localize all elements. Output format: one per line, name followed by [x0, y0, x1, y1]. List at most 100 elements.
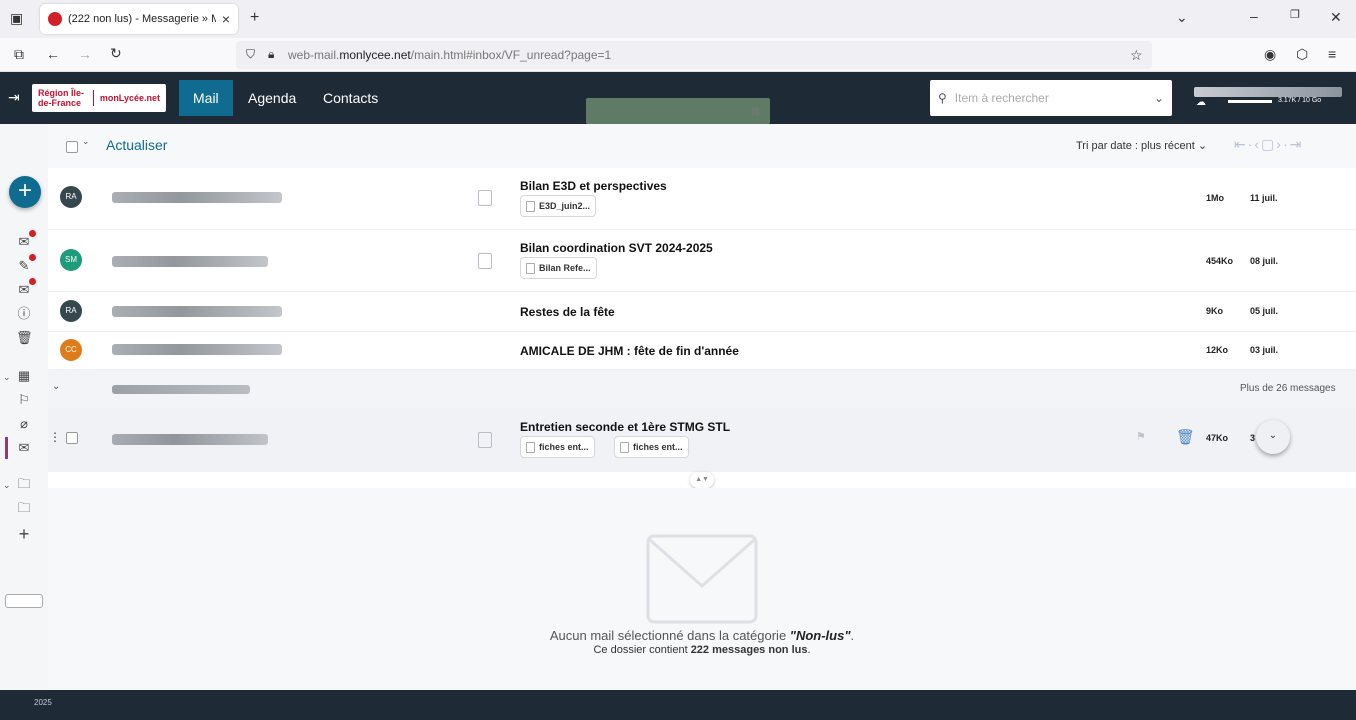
reload-icon[interactable]: ↻ [110, 46, 122, 60]
attachment-name: fiches ent... [633, 442, 683, 452]
sort-dropdown[interactable]: Tri par date : plus récent ⌄ [1076, 139, 1207, 152]
message-date: 3 [1250, 433, 1256, 443]
message-subject: Entretien seconde et 1ère STMG STL [520, 420, 731, 434]
url-prefix: web-mail. [288, 48, 340, 62]
logo[interactable]: Région Île-de-France monLycée.net [32, 84, 166, 112]
sidebar-toggle-icon[interactable]: ⧉ [14, 47, 24, 61]
trash-icon[interactable]: 🗑︎ [16, 330, 33, 346]
mail-icon[interactable]: ✉ [16, 278, 36, 298]
list-tabs-icon[interactable]: ⌄ [1176, 10, 1188, 24]
shield-icon[interactable]: ⛉ [246, 48, 255, 60]
spam-icon[interactable]: ⓘ [16, 306, 32, 322]
chevron-down-icon[interactable]: ⌄ [3, 372, 11, 383]
refresh-button[interactable]: Actualiser [106, 137, 167, 153]
nav-mail[interactable]: Mail [179, 80, 233, 116]
footer-year: 2025 [34, 698, 52, 707]
folder-icon[interactable]: 🗀 [16, 476, 32, 492]
notification-toast[interactable]: ⊠ [586, 98, 770, 124]
trash-icon[interactable]: 🗑︎ [1176, 428, 1195, 446]
favicon-icon [48, 12, 62, 26]
message-subject: AMICALE DE JHM : fête de fin d'année [520, 344, 739, 358]
close-icon[interactable]: ⊠ [751, 105, 760, 118]
add-folder-icon[interactable]: + [16, 525, 32, 543]
menu-icon[interactable]: ≡ [1328, 47, 1336, 61]
url-bar[interactable]: ⛉ 🔒︎ web-mail. monlycee.net/main.html#inb… [236, 41, 1152, 69]
drag-handle-icon[interactable]: ⋮ [49, 430, 61, 444]
message-row[interactable]: CC AMICALE DE JHM : fête de fin d'année … [48, 332, 1356, 370]
unread-count: 222 messages non lus [690, 644, 808, 656]
tab-overview-icon[interactable]: ▣ [10, 11, 23, 25]
resize-handle[interactable]: ▲▼ [690, 472, 714, 488]
message-date: 03 juil. [1250, 345, 1279, 355]
message-checkbox[interactable] [66, 432, 78, 444]
forward-icon[interactable]: → [78, 47, 92, 61]
chevron-down-icon[interactable]: ⌄ [52, 381, 60, 392]
chevron-down-icon[interactable]: ⌄ [3, 480, 11, 491]
attachment-chip[interactable]: E3D_juin2... [520, 195, 597, 217]
message-subject: Restes de la fête [520, 305, 615, 319]
attachment-chip[interactable]: fiches ent... [614, 436, 689, 458]
extensions-icon[interactable]: ⬡ [1296, 47, 1308, 61]
sender-blurred [112, 306, 282, 317]
drafts-icon[interactable]: ✎ [16, 254, 36, 274]
rail-toggle[interactable] [5, 594, 43, 608]
file-icon [620, 441, 629, 453]
document-icon [478, 253, 492, 269]
message-group-header[interactable]: ⌄ Plus de 26 messages [48, 370, 1356, 408]
count-suffix: . [807, 644, 811, 656]
search-box[interactable]: ⚲ Item à rechercher ⌄ [930, 80, 1172, 116]
tab-title: (222 non lus) - Messagerie » M... [68, 13, 216, 25]
row-menu-button[interactable]: ⌄ [1256, 420, 1290, 454]
sort-label: Tri par date : plus récent [1076, 140, 1195, 152]
chevron-down-icon[interactable]: ⌄ [1154, 91, 1164, 105]
file-icon [526, 262, 535, 274]
folder-icon[interactable]: 🗀 [16, 500, 32, 516]
minimize-icon[interactable]: – [1250, 9, 1258, 23]
logo-divider [93, 90, 94, 106]
collapse-menu-icon[interactable]: ⇥ [8, 90, 20, 104]
more-messages-label[interactable]: Plus de 26 messages [1240, 383, 1336, 394]
avatar: RA [60, 300, 82, 322]
active-indicator [5, 437, 8, 459]
select-all-checkbox[interactable] [66, 141, 78, 153]
browser-tab[interactable]: (222 non lus) - Messagerie » M... × [40, 4, 238, 34]
chevron-down-icon[interactable]: ⌄ [82, 136, 90, 147]
attachment-chip[interactable]: fiches ent... [520, 436, 595, 458]
message-row[interactable]: RA Bilan E3D et perspectives E3D_juin2..… [48, 168, 1356, 230]
nav-agenda[interactable]: Agenda [234, 80, 310, 116]
lock-icon[interactable]: 🔒︎ [268, 48, 274, 60]
account-name-blurred [1194, 87, 1342, 97]
categories-icon[interactable]: ▦ [16, 368, 32, 384]
message-size: 47Ko [1206, 433, 1229, 443]
attachment-chip[interactable]: Bilan Refe... [520, 257, 597, 279]
bookmark-star-icon[interactable]: ☆ [1130, 48, 1143, 62]
logo-lycee: monLycée.net [99, 93, 160, 103]
footer-bar: 2025 [0, 690, 1356, 720]
unread-icon[interactable]: ✉ [16, 440, 32, 456]
message-size: 9Ko [1206, 306, 1224, 316]
attachment-icon[interactable]: ⌀ [16, 416, 32, 432]
nav-contacts[interactable]: Contacts [309, 80, 392, 116]
attachment-name: fiches ent... [539, 442, 589, 452]
close-window-icon[interactable]: ✕ [1330, 10, 1342, 24]
count-prefix: Ce dossier contient [593, 644, 691, 656]
message-row[interactable]: SM Bilan coordination SVT 2024-2025 Bila… [48, 230, 1356, 292]
pagination-icons[interactable]: ⇤·‹▢›·⇥ [1234, 136, 1303, 153]
browser-tab-bar: ▣ (222 non lus) - Messagerie » M... × + … [0, 0, 1356, 38]
maximize-icon[interactable]: ❐ [1290, 10, 1300, 21]
sender-blurred [112, 256, 268, 267]
back-icon[interactable]: ← [46, 47, 60, 61]
flag-icon[interactable]: ⚑ [1136, 430, 1146, 443]
message-row-hovered[interactable]: ⋮ Entretien seconde et 1ère STMG STL fic… [48, 408, 1356, 472]
cloud-icon: ☁ [1196, 97, 1206, 108]
message-row[interactable]: RA Restes de la fête 9Ko 05 juil. [48, 292, 1356, 332]
compose-button[interactable]: + [9, 176, 41, 208]
inbox-icon[interactable]: ✉ [16, 230, 36, 250]
flag-icon[interactable]: ⚐ [16, 392, 32, 408]
new-tab-icon[interactable]: + [250, 10, 259, 26]
account-icon[interactable]: ◉ [1264, 47, 1276, 61]
message-size: 454Ko [1206, 256, 1234, 266]
no-selection-message: Aucun mail sélectionné dans la catégorie… [48, 628, 1356, 643]
tab-close-icon[interactable]: × [222, 11, 230, 27]
reading-pane: Aucun mail sélectionné dans la catégorie… [48, 488, 1356, 690]
